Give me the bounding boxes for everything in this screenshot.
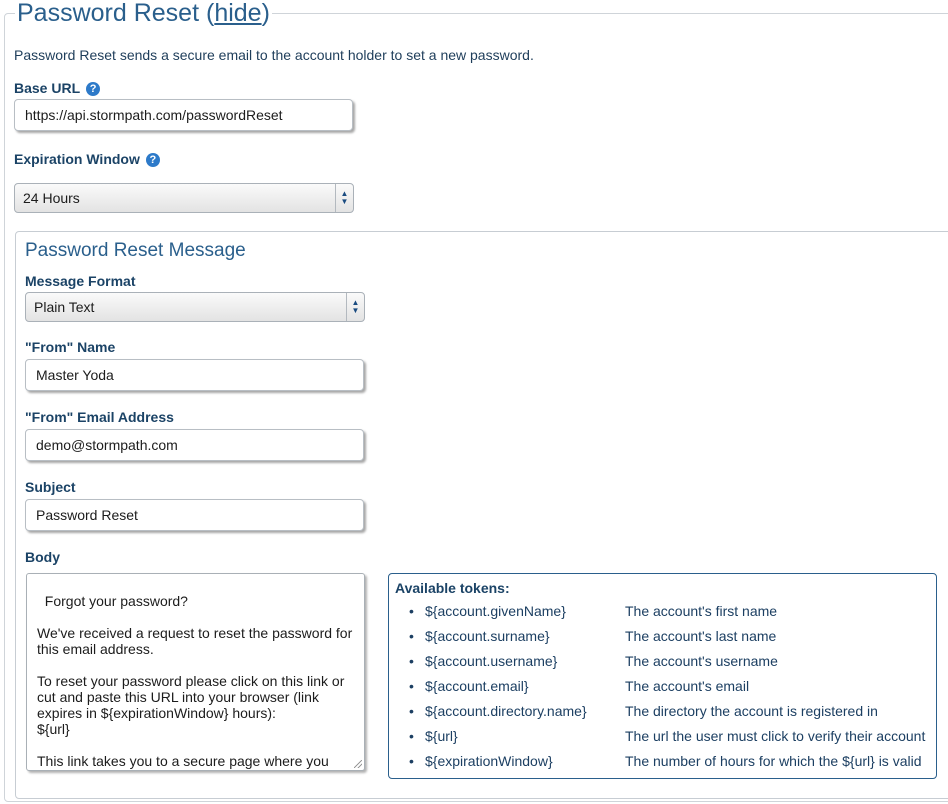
expiration-window-label-text: Expiration Window <box>14 151 140 167</box>
subject-label: Subject <box>25 479 76 495</box>
token-name: ${account.givenName} <box>425 603 566 619</box>
from-email-label: "From" Email Address <box>25 409 174 425</box>
message-section-title: Password Reset Message <box>25 240 246 261</box>
expiration-window-select[interactable]: 24 Hours ▲ ▼ <box>14 183 354 213</box>
section-description: Password Reset sends a secure email to t… <box>14 47 534 63</box>
message-format-value: Plain Text <box>34 299 95 315</box>
base-url-label-text: Base URL <box>14 80 81 96</box>
body-text: Forgot your password? We've received a r… <box>37 593 353 770</box>
token-name: ${url} <box>425 728 458 744</box>
bullet-icon: • <box>409 728 414 744</box>
expiration-window-label: Expiration Window? <box>14 151 160 167</box>
help-icon[interactable]: ? <box>86 82 101 96</box>
token-row: • ${account.email} The account's email <box>389 678 937 698</box>
token-row: • ${expirationWindow} The number of hour… <box>389 753 937 773</box>
token-row: • ${account.surname} The account's last … <box>389 628 937 648</box>
help-icon[interactable]: ? <box>145 153 160 167</box>
message-format-select[interactable]: Plain Text ▲ ▼ <box>25 292 365 322</box>
token-description: The account's username <box>625 653 778 669</box>
message-format-label: Message Format <box>25 273 136 289</box>
token-name: ${expirationWindow} <box>425 753 553 769</box>
token-name: ${account.username} <box>425 653 558 669</box>
token-row: • ${account.givenName} The account's fir… <box>389 603 937 623</box>
token-description: The number of hours for which the ${url}… <box>625 753 922 769</box>
token-row: • ${account.directory.name} The director… <box>389 703 937 723</box>
bullet-icon: • <box>409 703 414 719</box>
bullet-icon: • <box>409 603 414 619</box>
resize-handle-icon[interactable] <box>354 760 362 768</box>
bullet-icon: • <box>409 653 414 669</box>
token-name: ${account.email} <box>425 678 529 694</box>
token-name: ${account.surname} <box>425 628 550 644</box>
subject-input[interactable]: Password Reset <box>25 499 364 531</box>
bullet-icon: • <box>409 753 414 769</box>
from-name-label: "From" Name <box>25 339 116 355</box>
token-row: • ${account.username} The account's user… <box>389 653 937 673</box>
section-title-text: Password Reset <box>17 0 200 27</box>
token-description: The directory the account is registered … <box>625 703 878 719</box>
expiration-window-value: 24 Hours <box>23 190 80 206</box>
available-tokens-panel: Available tokens: • ${account.givenName}… <box>388 573 937 779</box>
bullet-icon: • <box>409 628 414 644</box>
body-textarea[interactable]: Forgot your password? We've received a r… <box>26 573 365 771</box>
select-arrows-icon: ▲ ▼ <box>335 184 353 212</box>
base-url-label: Base URL? <box>14 80 101 96</box>
token-description: The url the user must click to verify th… <box>625 728 926 744</box>
tokens-title: Available tokens: <box>395 580 510 596</box>
hide-link[interactable]: hide <box>214 0 261 27</box>
bullet-icon: • <box>409 678 414 694</box>
from-name-input[interactable]: Master Yoda <box>25 359 364 391</box>
base-url-input[interactable]: https://api.stormpath.com/passwordReset <box>14 99 353 131</box>
token-description: The account's first name <box>625 603 778 619</box>
token-description: The account's last name <box>625 628 777 644</box>
token-row: • ${url} The url the user must click to … <box>389 728 937 748</box>
from-email-input[interactable]: demo@stormpath.com <box>25 429 364 461</box>
token-name: ${account.directory.name} <box>425 703 587 719</box>
section-title: Password Reset (hide) <box>15 0 272 28</box>
select-arrows-icon: ▲ ▼ <box>346 293 364 321</box>
token-description: The account's email <box>625 678 750 694</box>
body-label: Body <box>25 549 60 565</box>
